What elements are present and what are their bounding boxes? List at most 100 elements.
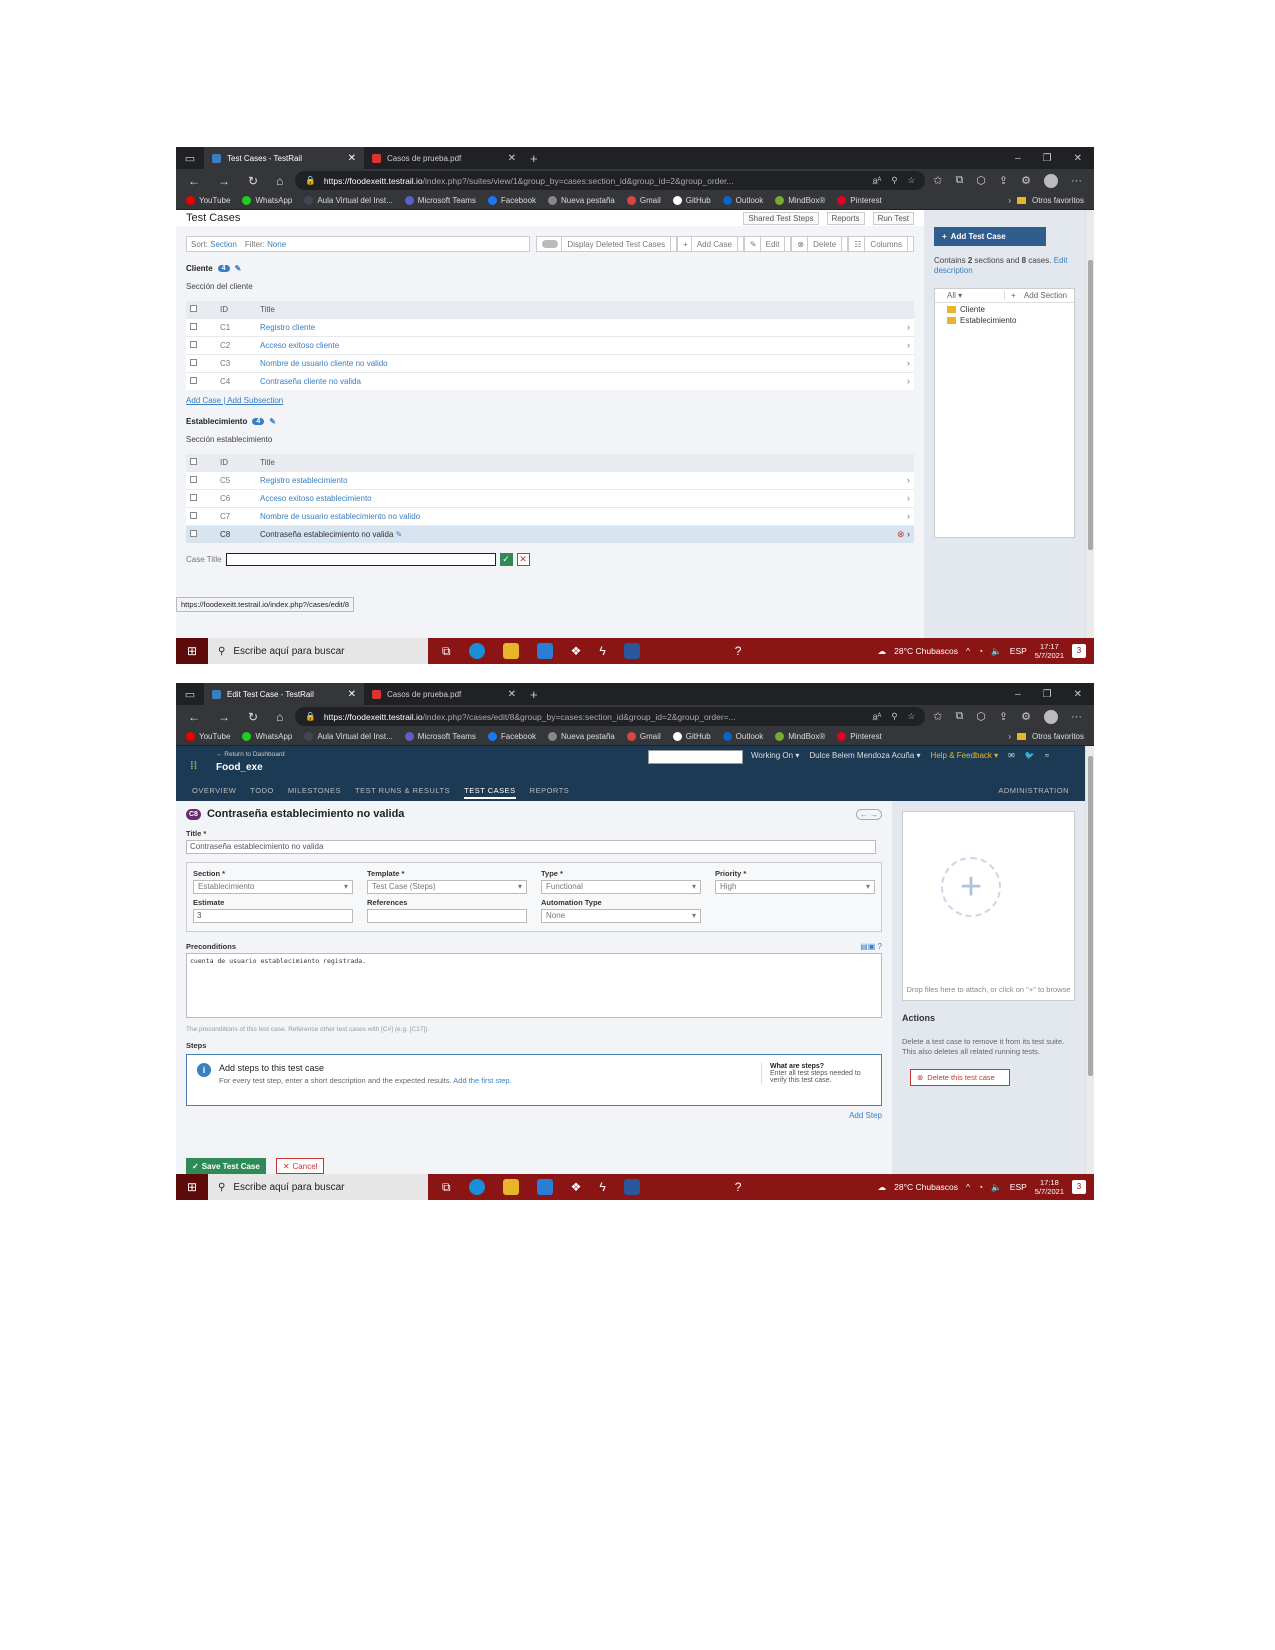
section-select[interactable]: Establecimiento ▾ — [193, 880, 353, 894]
table-row[interactable]: C4 Contraseña cliente no valida › — [186, 371, 914, 390]
bookmark-youtube[interactable]: YouTube — [186, 732, 230, 741]
nav-reports[interactable]: REPORTS — [530, 786, 570, 799]
edit-section-icon[interactable]: ✎ — [235, 264, 242, 273]
sort-control[interactable]: Sort: Section — [191, 240, 237, 249]
case-link[interactable]: Contraseña establecimiento no valida — [260, 530, 393, 539]
new-tab-icon[interactable]: + — [524, 687, 544, 702]
bolt-app-icon[interactable]: ϟ — [599, 1180, 605, 1194]
bookmark-github[interactable]: GitHub — [672, 732, 711, 741]
close-window-icon[interactable]: ✕ — [1074, 153, 1082, 164]
twitter-icon[interactable]: 🐦 — [1025, 751, 1035, 760]
extension-icon[interactable]: ⬡ — [976, 174, 986, 187]
tree-folder-cliente[interactable]: Cliente — [935, 305, 1074, 314]
nav-test-cases[interactable]: TEST CASES — [464, 786, 516, 799]
help-icon[interactable]: ? — [735, 644, 742, 658]
close-tab-icon[interactable]: ✕ — [508, 153, 516, 164]
extensions-puzzle-icon[interactable]: ⚙ — [1021, 710, 1031, 723]
tray-chevron-icon[interactable]: ^ — [966, 646, 970, 656]
id-column-header[interactable]: ID — [216, 301, 256, 318]
title-input[interactable]: Contraseña establecimiento no valida — [186, 840, 876, 854]
run-test-button[interactable]: Run Test — [872, 211, 914, 225]
type-select[interactable]: Functional ▾ — [541, 880, 701, 894]
tray-chevron-icon[interactable]: ^ — [966, 1182, 970, 1192]
chevron-right-icon[interactable]: › — [907, 529, 910, 539]
table-row-selected[interactable]: C8 Contraseña establecimiento no valida ✎… — [186, 524, 914, 543]
row-checkbox[interactable] — [190, 529, 197, 537]
browser-tab-testrail[interactable]: Test Cases - TestRail ✕ — [204, 147, 364, 169]
chevron-right-icon[interactable]: › — [894, 371, 914, 390]
close-window-icon[interactable]: ✕ — [1074, 689, 1082, 700]
word-icon[interactable] — [623, 1179, 640, 1195]
select-all-checkbox[interactable] — [190, 457, 197, 465]
shared-test-steps-button[interactable]: Shared Test Steps — [743, 211, 819, 225]
project-name[interactable]: Food_exe — [216, 762, 263, 773]
automation-type-select[interactable]: None ▾ — [541, 909, 701, 923]
chevron-right-icon[interactable]: › — [894, 335, 914, 354]
nav-test-runs[interactable]: TEST RUNS & RESULTS — [355, 786, 450, 799]
display-deleted-toggle[interactable]: Display Deleted Test Cases — [536, 236, 678, 252]
home-icon[interactable]: ⌂ — [276, 174, 283, 188]
zoom-icon[interactable]: ⚲ — [891, 175, 897, 186]
bookmark-gmail[interactable]: Gmail — [626, 196, 661, 205]
bolt-app-icon[interactable]: ϟ — [599, 644, 605, 658]
testrail-logo-icon[interactable]: ⁞⁞ — [190, 760, 197, 772]
bookmark-github[interactable]: GitHub — [672, 196, 711, 205]
table-row[interactable]: C2 Acceso exitoso cliente › — [186, 335, 914, 354]
weather-text[interactable]: 28°C Chubascos — [894, 1182, 958, 1192]
row-checkbox[interactable] — [190, 322, 197, 330]
tab-actions-icon[interactable]: ▭ — [176, 152, 204, 165]
windows-start-icon[interactable]: ⊞ — [176, 1174, 208, 1200]
tab-actions-icon[interactable]: ▭ — [176, 688, 204, 701]
url-input[interactable]: 🔒 https://foodexeitt.testrail.io/index.p… — [295, 707, 926, 726]
other-favorites[interactable]: › Otros favoritos — [1008, 732, 1084, 741]
columns-button[interactable]: ☷ Columns — [848, 236, 914, 252]
references-input[interactable] — [367, 909, 527, 923]
sort-filter-field[interactable]: Sort: Section Filter: None — [186, 236, 531, 252]
delete-button[interactable]: ⊗ Delete — [791, 236, 849, 252]
minimize-icon[interactable]: – — [1015, 689, 1021, 700]
task-view-icon[interactable]: ⧉ — [442, 644, 451, 659]
clock[interactable]: 17:17 5/7/2021 — [1035, 642, 1064, 660]
bookmark-facebook[interactable]: Facebook — [487, 196, 536, 205]
more-menu-icon[interactable]: ··· — [1071, 175, 1082, 187]
refresh-icon[interactable]: ↻ — [248, 710, 258, 724]
notification-icon[interactable]: 3 — [1072, 644, 1086, 658]
mail-icon[interactable] — [536, 1179, 553, 1195]
home-icon[interactable]: ⌂ — [276, 710, 283, 724]
refresh-icon[interactable]: ↻ — [248, 174, 258, 188]
nav-todo[interactable]: TODO — [250, 786, 274, 799]
zoom-icon[interactable]: ⚲ — [891, 711, 897, 722]
taskbar-search[interactable]: ⚲ Escribe aquí para buscar — [208, 638, 428, 664]
close-tab-icon[interactable]: ✕ — [348, 153, 356, 164]
browser-tab-pdf[interactable]: Casos de prueba.pdf ✕ — [364, 147, 524, 169]
nav-overview[interactable]: OVERVIEW — [192, 786, 236, 799]
mail-icon[interactable]: ✉ — [1008, 751, 1015, 760]
collections-icon[interactable]: ⧉ — [955, 174, 963, 187]
tree-all-dropdown[interactable]: All ▾ — [935, 291, 1004, 300]
title-column-header[interactable]: Title — [256, 454, 874, 471]
language-indicator[interactable]: ESP — [1010, 1182, 1027, 1192]
dropbox-icon[interactable]: ❖ — [571, 644, 582, 658]
edge-icon[interactable] — [468, 1179, 485, 1195]
chevron-right-icon[interactable]: › — [874, 506, 914, 525]
row-checkbox[interactable] — [190, 340, 197, 348]
bookmark-mindbox[interactable]: MindBox® — [775, 196, 825, 205]
case-link[interactable]: Acceso exitoso cliente — [260, 341, 339, 350]
attachment-dropzone[interactable]: + Drop files here to attach, or click on… — [902, 811, 1075, 1001]
bookmark-aula-virtual[interactable]: Aula Virtual del Inst... — [304, 732, 393, 741]
add-first-step-link[interactable]: Add the first step. — [453, 1076, 511, 1085]
bookmark-mindbox[interactable]: MindBox® — [775, 732, 825, 741]
confirm-icon[interactable]: ✓ — [499, 553, 513, 566]
restore-icon[interactable]: ❐ — [1043, 689, 1052, 700]
bookmark-pinterest[interactable]: Pinterest — [837, 196, 882, 205]
extensions-puzzle-icon[interactable]: ⚙ — [1021, 174, 1031, 187]
bookmark-outlook[interactable]: Outlook — [722, 732, 763, 741]
row-checkbox[interactable] — [190, 376, 197, 384]
row-checkbox[interactable] — [190, 475, 197, 483]
file-explorer-icon[interactable] — [502, 1179, 519, 1195]
bookmark-nueva-pestana[interactable]: Nueva pestaña — [548, 196, 615, 205]
prev-next-arrows-icon[interactable]: ← → — [855, 808, 882, 820]
add-section-button[interactable]: + Add Section — [1004, 291, 1074, 300]
row-checkbox[interactable] — [190, 511, 197, 519]
taskbar-search[interactable]: ⚲ Escribe aquí para buscar — [208, 1174, 428, 1200]
